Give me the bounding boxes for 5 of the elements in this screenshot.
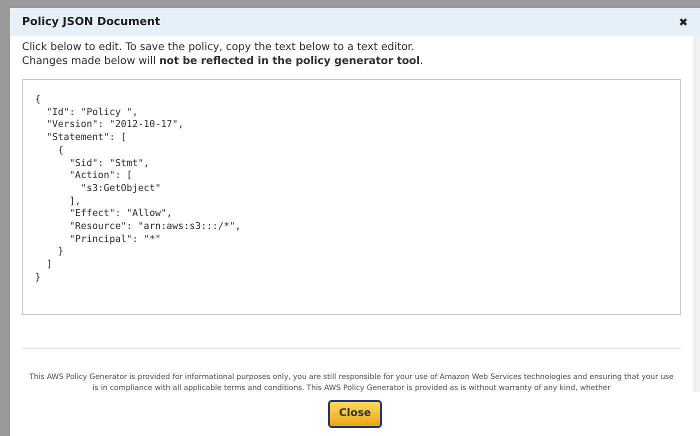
close-button[interactable]: Close <box>328 400 382 428</box>
policy-editor[interactable]: { "Id": "Policy ", "Version": "2012-10-17", "Statement": [ { "Sid": "Stmt", "Action": [ "s3:GetObject" ], "Effect": "Allow", "Resource": "arn:aws:s3:::/*", "Principal": "*" } ] } <box>22 79 681 315</box>
instruction-text: Click below to edit. To save the policy, copy the text below to a text editor. <box>22 40 416 54</box>
instruction-text: Changes made below will not be reflected in the policy generator tool. <box>22 54 424 68</box>
dialog-title: Policy JSON Document <box>22 14 160 30</box>
